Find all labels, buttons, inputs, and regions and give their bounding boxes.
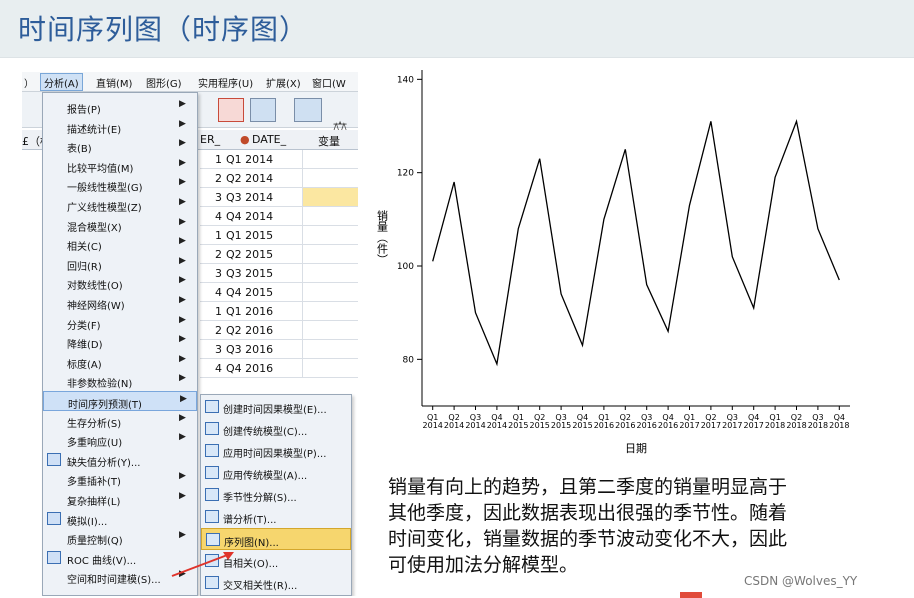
x-tick-label-year: 2015: [551, 421, 571, 430]
x-tick-label-year: 2014: [465, 421, 485, 430]
y-tick-label: 120: [397, 169, 414, 179]
x-tick-label-year: 2014: [423, 421, 443, 430]
y-tick-label: 100: [397, 262, 414, 272]
annotation-arrow-icon: [171, 552, 234, 577]
x-tick-label-year: 2016: [615, 421, 635, 430]
x-tick-label-year: 2017: [722, 421, 742, 430]
x-tick-label-year: 2018: [786, 421, 806, 430]
explanation-text: 销量有向上的趋势，且第二季度的销量明显高于 其他季度，因此数据表现出很强的季节性…: [388, 474, 888, 578]
y-tick-label: 140: [397, 75, 414, 85]
x-axis-label: 日期: [625, 442, 647, 455]
sequence-chart: 80 100 120 140 Q1 2014 Q2 2014 Q3 2014 Q4 2014 Q1 201…: [370, 60, 872, 466]
spss-screenshot: ） 分析(A) 直销(M) 图形(G) 实用程序(U) 扩展(X) 窗口(W ⚖…: [22, 72, 358, 596]
x-tick-label-year: 2016: [637, 421, 657, 430]
watermark: CSDN @Wolves_YY: [744, 574, 858, 588]
explanation-line: 销量有向上的趋势，且第二季度的销量明显高于: [388, 476, 788, 498]
x-tick-label-year: 2016: [658, 421, 678, 430]
series-line: [432, 118, 840, 367]
y-tick-label: 80: [403, 355, 415, 365]
slide-title: 时间序列图（时序图）: [18, 13, 309, 46]
explanation-line: 其他季度，因此数据表现出很强的季节性。随着: [388, 502, 788, 524]
x-tick-label-year: 2018: [808, 421, 828, 430]
x-tick-label-year: 2018: [765, 421, 785, 430]
x-tick-label-year: 2015: [530, 421, 550, 430]
explanation-line: 时间变化，销量数据的季节波动变化不大，因此: [388, 528, 788, 550]
x-tick-label-year: 2017: [679, 421, 699, 430]
y-axis-label: 销量（件）: [376, 209, 389, 265]
x-tick-label-year: 2015: [572, 421, 592, 430]
x-tick-label-year: 2018: [829, 421, 849, 430]
decorative-mark: [680, 592, 702, 598]
line-chart: 80100120140Q12014Q22014Q32014Q42014Q1201…: [376, 70, 850, 455]
x-tick-label-year: 2015: [508, 421, 528, 430]
x-tick-label-year: 2017: [701, 421, 721, 430]
x-tick-label-year: 2014: [444, 421, 464, 430]
x-tick-label-year: 2016: [594, 421, 614, 430]
slide-header: 时间序列图（时序图）: [0, 0, 914, 58]
x-tick-label-year: 2014: [487, 421, 507, 430]
x-tick-label-year: 2017: [744, 421, 764, 430]
